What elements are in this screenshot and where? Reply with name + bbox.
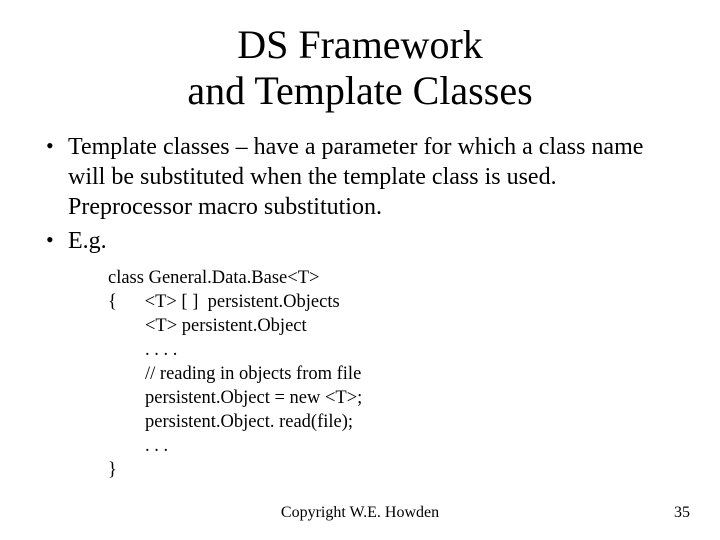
title-line-2: and Template Classes [187, 68, 532, 113]
bullet-text: E.g. [68, 228, 107, 254]
bullet-text: Template classes – have a parameter for … [68, 134, 643, 220]
page-number: 35 [674, 504, 690, 522]
bullet-item: E.g. [40, 226, 680, 256]
slide-body: Template classes – have a parameter for … [0, 114, 720, 482]
bullet-item: Template classes – have a parameter for … [40, 132, 680, 222]
footer-copyright: Copyright W.E. Howden [0, 504, 720, 522]
bullet-list: Template classes – have a parameter for … [40, 132, 680, 256]
code-block: class General.Data.Base<T> { <T> [ ] per… [40, 260, 680, 482]
title-line-1: DS Framework [237, 22, 483, 67]
slide-title: DS Framework and Template Classes [0, 0, 720, 114]
slide: DS Framework and Template Classes Templa… [0, 0, 720, 540]
